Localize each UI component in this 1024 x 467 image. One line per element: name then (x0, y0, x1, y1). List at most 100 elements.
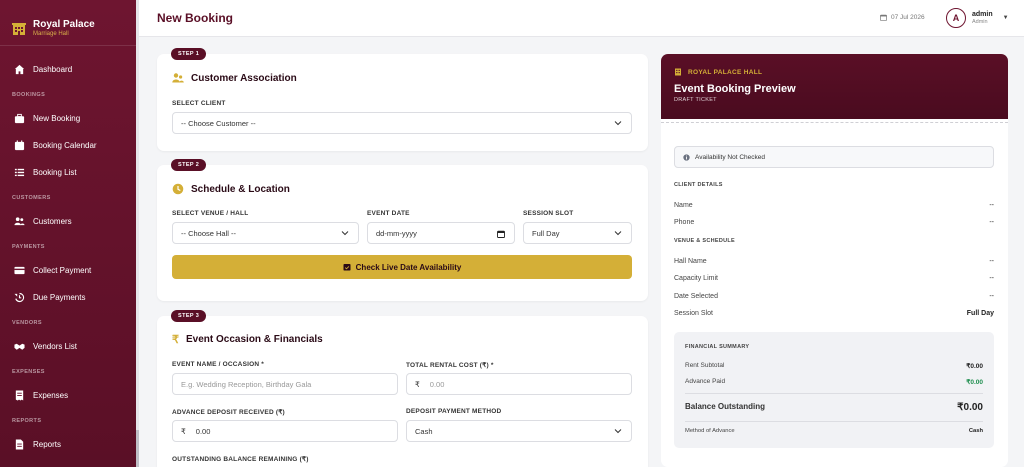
venue-schedule-title: VENUE & SCHEDULE (674, 238, 736, 244)
event-date-label: EVENT DATE (367, 210, 410, 217)
credit-card-icon (14, 266, 25, 275)
deposit-method-value: Cash (415, 426, 433, 436)
preview-row-date: Date Selected -- (674, 293, 994, 300)
deposit-method-select[interactable]: Cash (406, 420, 632, 442)
nav-section-vendors: VENDORS (12, 320, 42, 326)
sidebar-nav: Dashboard BOOKINGS New Booking Booking C… (0, 46, 136, 458)
preview-row-phone: Phone -- (674, 219, 994, 226)
sidebar-item-label: Collect Payment (33, 266, 92, 275)
sidebar-item-expenses[interactable]: Expenses (0, 382, 136, 409)
step2-card: STEP 2 Schedule & Location SELECT VENUE … (157, 159, 648, 301)
check-availability-label: Check Live Date Availability (355, 262, 462, 272)
card-title: Customer Association (172, 72, 297, 84)
chevron-down-icon (614, 429, 622, 434)
sidebar-item-label: Due Payments (33, 293, 86, 302)
sidebar-item-customers[interactable]: Customers (0, 208, 136, 235)
sidebar-item-label: Booking Calendar (33, 141, 97, 150)
rupee-icon: ₹ (172, 334, 179, 346)
list-icon (14, 168, 25, 177)
current-date: 07 Jul 2026 (891, 14, 925, 21)
calendar-icon[interactable] (497, 230, 505, 238)
sidebar-scrollbar[interactable] (136, 0, 139, 467)
row-value: ₹0.00 (957, 402, 983, 413)
user-menu[interactable]: A admin Admin ▼ (946, 8, 1009, 28)
row-value: Full Day (966, 310, 994, 317)
card-title: ₹ Event Occasion & Financials (172, 333, 323, 346)
fin-row-advance: Advance Paid ₹0.00 (685, 378, 983, 386)
calendar-icon (880, 14, 887, 21)
currency-prefix: ₹ (415, 379, 420, 389)
preview-row-capacity: Capacity Limit -- (674, 275, 994, 282)
chevron-down-icon (614, 231, 622, 236)
nav-section-expenses: EXPENSES (12, 369, 45, 375)
preview-row-name: Name -- (674, 202, 994, 209)
event-name-placeholder: E.g. Wedding Reception, Birthday Gala (181, 379, 312, 389)
row-label: Method of Advance (685, 428, 735, 434)
sidebar: Royal Palace Marriage Hall Dashboard BOO… (0, 0, 136, 467)
preview-brand: ROYAL PALACE HALL (674, 68, 995, 76)
caret-down-icon: ▼ (1002, 15, 1009, 21)
row-value: -- (989, 258, 994, 265)
advance-deposit-label: ADVANCE DEPOSIT RECEIVED (₹) (172, 409, 285, 416)
sidebar-item-reports[interactable]: Reports (0, 431, 136, 458)
preview-title: Event Booking Preview (674, 83, 796, 95)
calendar-icon (14, 140, 25, 151)
row-label: Phone (674, 219, 695, 226)
card-title: Schedule & Location (172, 183, 290, 195)
venue-select[interactable]: -- Choose Hall -- (172, 222, 359, 244)
booking-preview: ROYAL PALACE HALL Event Booking Preview … (661, 54, 1008, 467)
brand-subtitle: Marriage Hall (33, 31, 69, 37)
advance-deposit-value: 0.00 (195, 426, 211, 436)
user-role: Admin (972, 18, 988, 25)
currency-prefix: ₹ (181, 426, 186, 436)
sidebar-item-label: Reports (33, 440, 62, 449)
user-name: admin (972, 10, 993, 18)
event-name-input[interactable]: E.g. Wedding Reception, Birthday Gala (172, 373, 398, 395)
divider (685, 393, 983, 394)
row-label: Rent Subtotal (685, 362, 725, 369)
step1-card: STEP 1 Customer Association SELECT CLIEN… (157, 48, 648, 151)
sidebar-item-due-payments[interactable]: Due Payments (0, 284, 136, 311)
sidebar-item-label: Customers (33, 217, 72, 226)
handshake-icon (14, 343, 25, 350)
client-select[interactable]: -- Choose Customer -- (172, 112, 632, 134)
financial-summary-title: FINANCIAL SUMMARY (685, 344, 750, 350)
sidebar-item-booking-calendar[interactable]: Booking Calendar (0, 132, 136, 159)
fin-row-rent: Rent Subtotal ₹0.00 (685, 362, 983, 370)
home-icon (14, 64, 25, 75)
check-availability-button[interactable]: Check Live Date Availability (172, 255, 632, 279)
document-icon (15, 439, 24, 450)
info-icon (683, 153, 690, 161)
session-slot-label: SESSION SLOT (523, 210, 574, 217)
users-icon (14, 217, 25, 226)
page-title: New Booking (157, 11, 234, 25)
scrollbar-thumb[interactable] (136, 430, 139, 467)
step-badge: STEP 2 (171, 159, 207, 171)
rental-cost-label: TOTAL RENTAL COST (₹) * (406, 362, 494, 369)
sidebar-item-label: Vendors List (33, 342, 78, 351)
row-value: ₹0.00 (966, 363, 983, 370)
advance-deposit-input[interactable]: ₹ 0.00 (172, 420, 398, 442)
fin-row-balance: Balance Outstanding ₹0.00 (685, 402, 983, 413)
clock-icon (172, 183, 184, 195)
sidebar-item-collect-payment[interactable]: Collect Payment (0, 257, 136, 284)
preview-row-slot: Session Slot Full Day (674, 310, 994, 317)
receipt-icon (15, 390, 24, 401)
sidebar-item-label: Booking List (33, 168, 77, 177)
brand[interactable]: Royal Palace Marriage Hall (0, 0, 136, 46)
rental-cost-input[interactable]: ₹ 0.00 (406, 373, 632, 395)
nav-section-payments: PAYMENTS (12, 244, 45, 250)
sidebar-item-vendors-list[interactable]: Vendors List (0, 333, 136, 360)
availability-status: Availability Not Checked (674, 146, 994, 168)
avatar: A (946, 8, 966, 28)
session-slot-select[interactable]: Full Day (523, 222, 632, 244)
chevron-down-icon (614, 121, 622, 126)
sidebar-item-label: New Booking (33, 114, 81, 123)
sidebar-item-new-booking[interactable]: New Booking (0, 105, 136, 132)
sidebar-item-dashboard[interactable]: Dashboard (0, 56, 136, 83)
chevron-down-icon (341, 231, 349, 236)
preview-header: ROYAL PALACE HALL Event Booking Preview … (661, 54, 1008, 119)
event-name-label: EVENT NAME / OCCASION * (172, 361, 264, 368)
sidebar-item-booking-list[interactable]: Booking List (0, 159, 136, 186)
event-date-input[interactable]: dd-mm-yyyy (367, 222, 515, 244)
